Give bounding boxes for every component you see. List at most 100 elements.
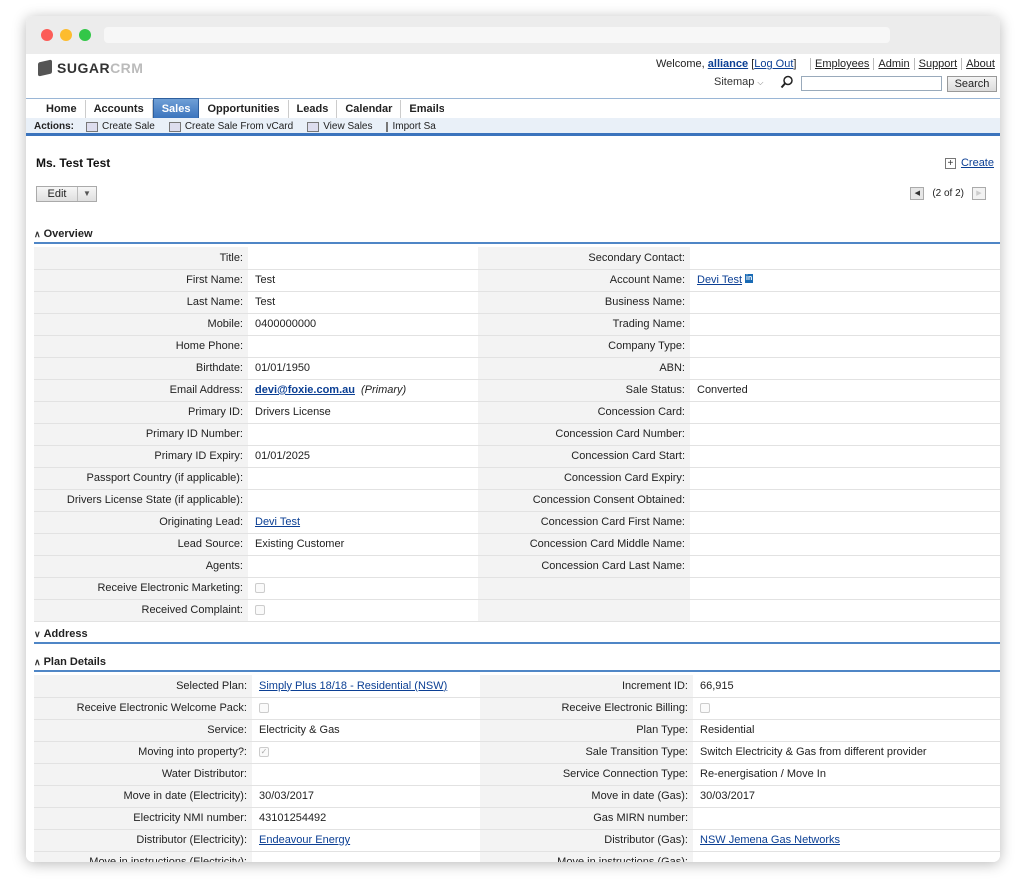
overview-table: Title: Secondary Contact: First Name: Test A…: [34, 247, 1000, 622]
search-button[interactable]: Search: [947, 76, 997, 92]
field-value-business-name: [690, 291, 1000, 314]
field-label: Sale Transition Type:: [585, 746, 688, 758]
import-sales-action[interactable]: Import Sales: [386, 121, 436, 132]
search-input[interactable]: [801, 76, 942, 91]
field-label-move-in-date: Move in date (Gas):: [480, 785, 693, 808]
table-row: Service: Electricity & Gas Plan Type: Resid…: [34, 719, 1000, 742]
field-label-primary-id: Primary ID:: [34, 401, 248, 424]
tab-opportunities[interactable]: Opportunities: [199, 100, 289, 118]
table-row: Receive Electronic Marketing:: [34, 577, 1000, 600]
field-label: Trading Name:: [612, 318, 685, 330]
field-label-moving-into-property: Moving into property?:: [34, 741, 252, 764]
field-label-first-name: First Name:: [34, 269, 248, 292]
field-label: Secondary Contact:: [588, 251, 685, 264]
tab-sales[interactable]: Sales: [152, 98, 200, 118]
field-label: Service:: [207, 724, 247, 736]
tab-calendar[interactable]: Calendar: [337, 100, 402, 118]
edit-button-label[interactable]: Edit: [37, 187, 78, 201]
email-link[interactable]: devi@foxie.com.au: [255, 384, 355, 396]
view-sales-action[interactable]: View Sales: [307, 121, 372, 132]
sugarcrm-logo[interactable]: SUGARCRM: [38, 59, 143, 77]
field-label: Primary ID Number:: [145, 428, 243, 440]
create-sale-vcard-action[interactable]: Create Sale From vCard: [168, 121, 293, 132]
field-label: Move in date (Electricity):: [123, 790, 247, 802]
distributor-link[interactable]: NSW Jemena Gas Networks: [700, 834, 840, 846]
minimize-window-icon[interactable]: [60, 29, 72, 41]
employees-link[interactable]: Employees: [810, 58, 873, 70]
overview-section-header[interactable]: ∧ Overview: [34, 226, 1000, 244]
sugarcrm-page: SUGARCRM Welcome, alliance [Log Out] Emp…: [26, 54, 1000, 862]
close-window-icon[interactable]: [41, 29, 53, 41]
field-label: Drivers License State (if applicable):: [66, 494, 243, 506]
field-label: Originating Lead:: [159, 516, 243, 528]
search-icon[interactable]: [780, 75, 794, 89]
receive-electronic-welcome-pack-checkbox[interactable]: [259, 703, 269, 714]
selected-plan-link[interactable]: Simply Plus 18/18 - Residential (NSW): [259, 680, 447, 692]
originating-lead-link[interactable]: Devi Test: [255, 516, 300, 528]
field-value-first-name: Test: [248, 269, 478, 292]
field-label-increment-id: Increment ID:: [480, 675, 693, 698]
received-complaint-checkbox[interactable]: [255, 605, 265, 616]
field-label: Concession Card:: [597, 406, 685, 418]
logout-link[interactable]: Log Out: [754, 58, 793, 70]
create-link[interactable]: + Create: [944, 157, 994, 169]
field-value: Existing Customer: [255, 538, 345, 550]
field-value-electricity-nmi-number: 43101254492: [252, 807, 480, 830]
tab-accounts[interactable]: Accounts: [86, 100, 153, 118]
field-value-selected-plan: Simply Plus 18/18 - Residential (NSW): [252, 675, 480, 698]
sitemap-dropdown[interactable]: Sitemap ⌵: [714, 76, 763, 88]
field-value-abn: [690, 357, 1000, 380]
tab-home[interactable]: Home: [38, 100, 86, 118]
about-link[interactable]: About: [961, 58, 999, 70]
create-sale-action[interactable]: Create Sale: [86, 121, 155, 132]
receive-electronic-marketing-checkbox[interactable]: [255, 583, 265, 594]
linkedin-icon[interactable]: in: [745, 274, 754, 283]
sitemap-label: Sitemap: [714, 76, 755, 88]
address-bar[interactable]: [104, 27, 890, 43]
receive-electronic-billing-checkbox[interactable]: [700, 703, 710, 714]
collapse-icon[interactable]: ∧: [34, 657, 41, 668]
field-value: Re-energisation / Move In: [700, 768, 826, 780]
field-label: Concession Card Start:: [571, 450, 685, 462]
edit-button[interactable]: Edit ▼: [36, 186, 97, 202]
previous-record-button[interactable]: ◀: [910, 187, 925, 200]
table-row: Move in instructions (Electricity): Move …: [34, 851, 1000, 862]
field-label: Concession Card Expiry:: [563, 472, 685, 484]
field-label: Business Name:: [604, 296, 685, 308]
maximize-window-icon[interactable]: [79, 29, 91, 41]
table-row: Move in date (Electricity): 30/03/2017 Mov…: [34, 785, 1000, 808]
tab-emails[interactable]: Emails: [401, 100, 444, 118]
field-label: Distributor (Gas):: [604, 834, 688, 846]
tab-leads[interactable]: Leads: [289, 100, 338, 118]
field-label-title: Title:: [34, 247, 248, 270]
field-value-lead-source: Existing Customer: [248, 533, 478, 556]
field-label: First Name:: [186, 274, 243, 286]
support-link[interactable]: Support: [913, 58, 962, 70]
expand-icon[interactable]: ∨: [34, 629, 41, 640]
next-record-button[interactable]: ▶: [972, 187, 986, 200]
field-value-move-in-instructions: [693, 851, 1000, 862]
distributor-link[interactable]: Endeavour Energy: [259, 834, 350, 846]
field-label: Concession Card Last Name:: [541, 560, 685, 572]
field-label-secondary-contact: Secondary Contact:: [478, 247, 690, 270]
sugar-cube-icon: [38, 59, 52, 77]
account-name-link[interactable]: Devi Test: [697, 274, 742, 286]
field-label-birthdate: Birthdate:: [34, 357, 248, 380]
field-label: Received Complaint:: [141, 604, 244, 616]
table-row: Drivers License State (if applicable): Co…: [34, 489, 1000, 512]
table-row: Last Name: Test Business Name:: [34, 291, 1000, 314]
admin-link[interactable]: Admin: [873, 58, 913, 70]
field-label-move-in-instructions: Move in instructions (Gas):: [480, 851, 693, 862]
field-label: Gas MIRN number:: [593, 812, 688, 824]
plan-details-table: Selected Plan: Simply Plus 18/18 - Reside…: [34, 675, 1000, 862]
field-label-concession-card-expiry: Concession Card Expiry:: [478, 467, 690, 490]
moving-into-property-checkbox[interactable]: ✓: [259, 747, 269, 758]
field-value-receive-electronic-billing: [693, 697, 1000, 720]
chevron-down-icon[interactable]: ▼: [78, 187, 96, 201]
address-section-header[interactable]: ∨ Address: [34, 626, 1000, 644]
field-value-increment-id: 66,915: [693, 675, 1000, 698]
field-label-concession-card-middle-name: Concession Card Middle Name:: [478, 533, 690, 556]
user-link[interactable]: alliance: [708, 58, 748, 70]
collapse-icon[interactable]: ∧: [34, 229, 41, 240]
plan-section-header[interactable]: ∧ Plan Details: [34, 654, 1000, 672]
